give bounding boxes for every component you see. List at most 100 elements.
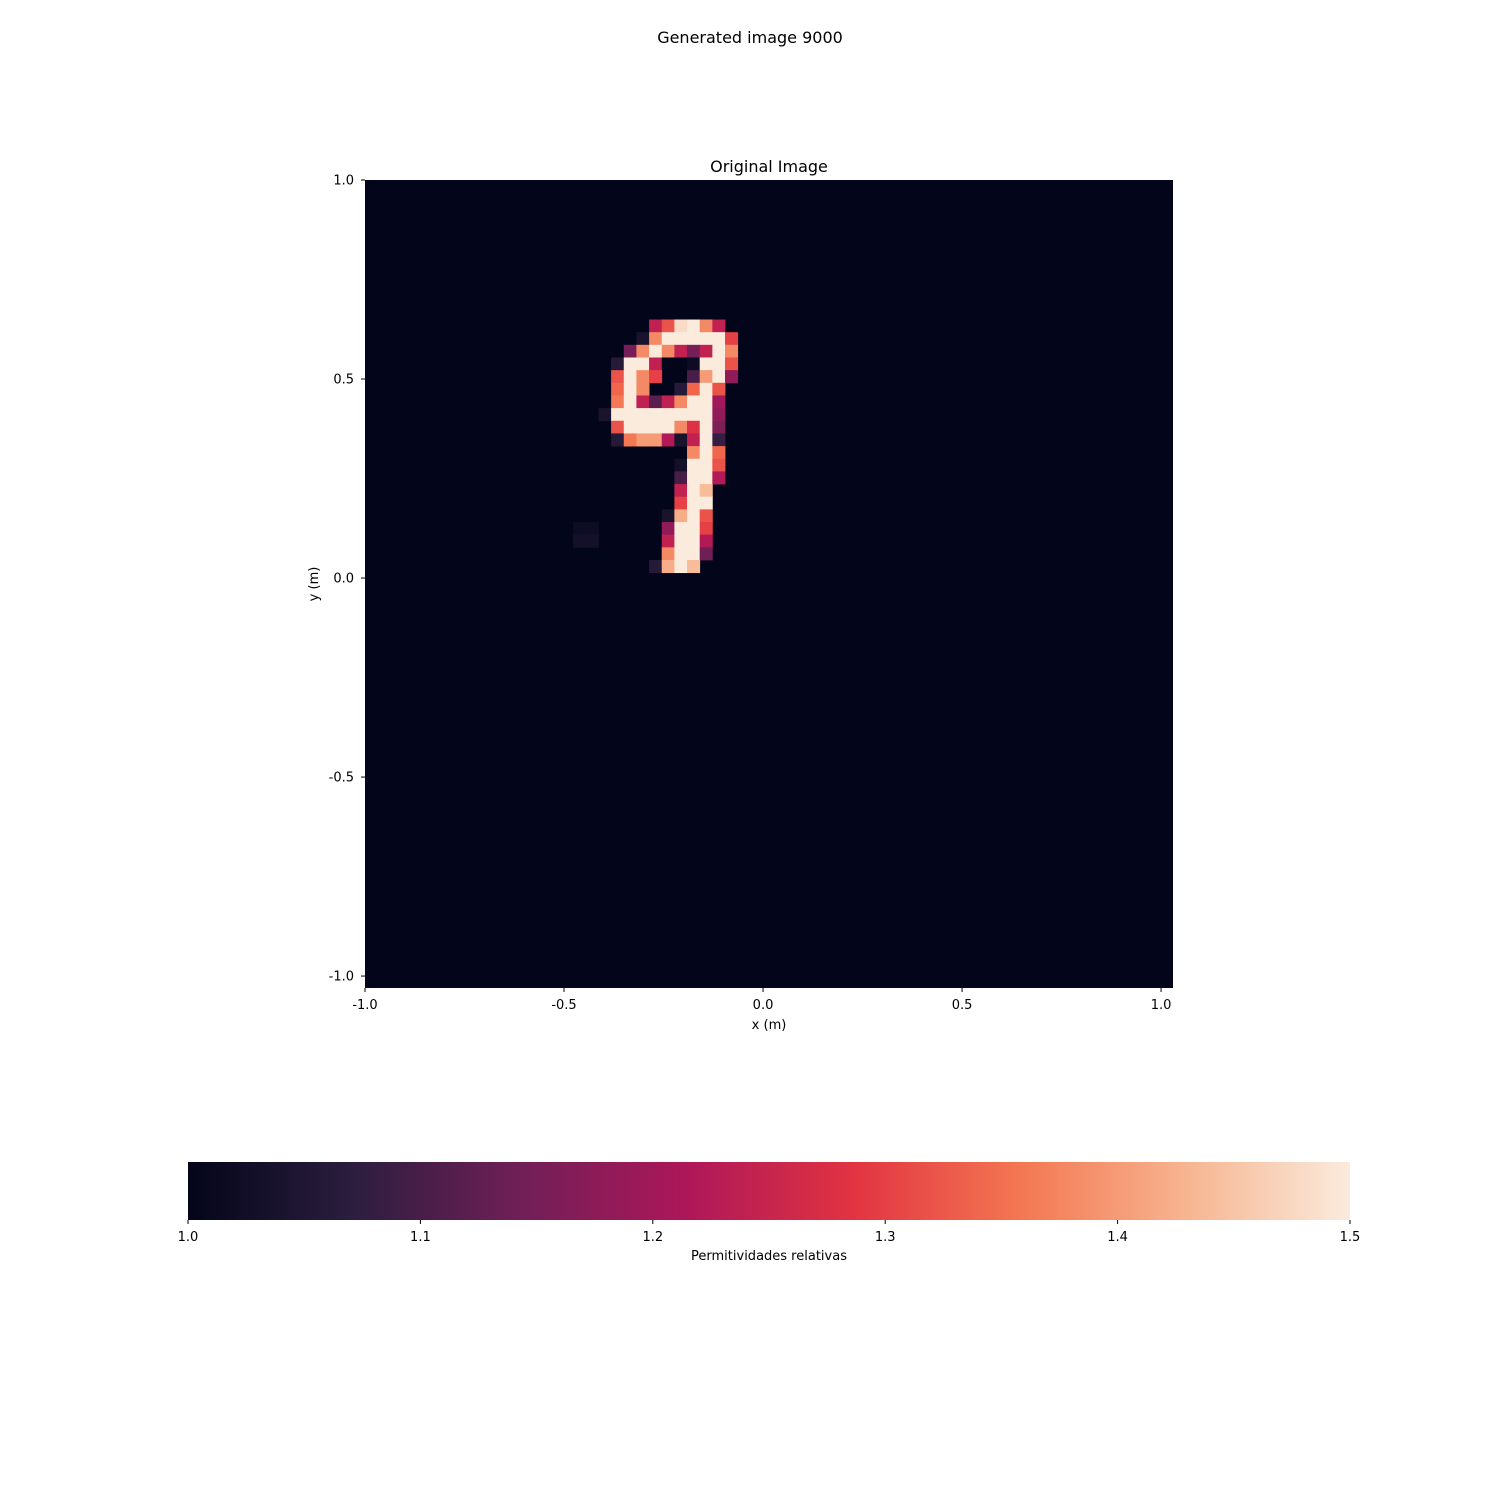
heatmap-cell	[699, 332, 713, 346]
heatmap-cell	[661, 509, 675, 523]
heatmap-cell	[712, 344, 726, 358]
heatmap-cell	[623, 408, 637, 422]
heatmap-cell	[623, 382, 637, 396]
heatmap-cell	[674, 319, 688, 333]
heatmap-cell	[661, 319, 675, 333]
heatmap-cell	[699, 534, 713, 548]
heatmap-cell	[699, 408, 713, 422]
heatmap-cell	[712, 446, 726, 460]
heatmap-cell	[712, 319, 726, 333]
y-tick-label: 0.0	[333, 572, 354, 587]
heatmap-cell	[687, 395, 701, 409]
heatmap-cell	[636, 408, 650, 422]
heatmap-cell	[687, 509, 701, 523]
heatmap-cell	[661, 332, 675, 346]
heatmap-cell	[661, 395, 675, 409]
heatmap-cell	[674, 458, 688, 472]
heatmap-cell	[687, 446, 701, 460]
heatmap-cell	[636, 420, 650, 434]
x-axis-label: x (m)	[752, 1018, 787, 1033]
heatmap-cell	[661, 344, 675, 358]
heatmap-cell	[725, 332, 739, 346]
colorbar-label: Permitividades relativas	[691, 1249, 847, 1264]
colorbar-tick-label: 1.5	[1340, 1230, 1361, 1245]
heatmap-cell	[725, 357, 739, 371]
heatmap-cell	[674, 408, 688, 422]
heatmap-cell	[623, 420, 637, 434]
heatmap-cell	[674, 357, 688, 371]
y-axis-label: y (m)	[307, 567, 322, 602]
heatmap-cell	[674, 433, 688, 447]
heatmap-cell	[712, 408, 726, 422]
heatmap-cell	[674, 522, 688, 536]
heatmap-cell	[674, 344, 688, 358]
heatmap-cell	[636, 433, 650, 447]
heatmap-cell	[699, 420, 713, 434]
colorbar	[188, 1162, 1350, 1220]
colorbar-tick-label: 1.0	[178, 1230, 199, 1245]
y-tick-label: 0.5	[333, 373, 354, 388]
heatmap-cell	[649, 395, 663, 409]
heatmap-cell	[649, 370, 663, 384]
heatmap-cell	[712, 382, 726, 396]
heatmap-cell	[611, 395, 625, 409]
heatmap-cell	[712, 420, 726, 434]
heatmap-cell	[649, 433, 663, 447]
heatmap-cell	[687, 332, 701, 346]
heatmap-cell	[687, 319, 701, 333]
heatmap-cell	[687, 420, 701, 434]
y-tick-label: -1.0	[329, 970, 354, 985]
x-tick-label: 0.0	[753, 998, 774, 1013]
heatmap-cell	[699, 446, 713, 460]
heatmap-cell	[699, 547, 713, 561]
heatmap-cell	[674, 420, 688, 434]
heatmap-cell	[649, 344, 663, 358]
y-tick-label: -0.5	[329, 771, 354, 786]
heatmap-cell	[699, 344, 713, 358]
heatmap-cell	[674, 471, 688, 485]
heatmap-cell	[649, 559, 663, 574]
heatmap-cell	[687, 534, 701, 548]
x-tick-label: 0.5	[952, 998, 973, 1013]
heatmap-cell	[661, 408, 675, 422]
heatmap-cell	[573, 534, 587, 548]
heatmap-cell	[687, 370, 701, 384]
heatmap-cell	[712, 458, 726, 472]
heatmap-cell	[649, 357, 663, 371]
x-tick-label: -0.5	[551, 998, 576, 1013]
heatmap-cell	[661, 534, 675, 548]
heatmap-cell	[636, 370, 650, 384]
heatmap-cell	[661, 382, 675, 396]
heatmap-cell	[699, 357, 713, 371]
heatmap-cell	[712, 471, 726, 485]
heatmap-cell	[649, 408, 663, 422]
heatmap-cell	[687, 458, 701, 472]
heatmap-cell	[636, 357, 650, 371]
heatmap-cell	[687, 484, 701, 498]
heatmap-cell	[611, 382, 625, 396]
heatmap-cell	[611, 408, 625, 422]
heatmap-cell	[687, 344, 701, 358]
colorbar-tick-label: 1.4	[1107, 1230, 1128, 1245]
heatmap-cell	[636, 382, 650, 396]
heatmap-cell	[699, 496, 713, 510]
heatmap-cell	[699, 319, 713, 333]
heatmap-cell	[699, 471, 713, 485]
heatmap-cell	[573, 522, 587, 536]
heatmap-cell	[687, 433, 701, 447]
heatmap-cell	[623, 395, 637, 409]
heatmap-cell	[687, 471, 701, 485]
heatmap-cell	[585, 534, 599, 548]
heatmap-cell	[661, 547, 675, 561]
heatmap-cell	[699, 522, 713, 536]
heatmap-cell	[623, 370, 637, 384]
heatmap-cell	[699, 509, 713, 523]
heatmap-cell	[649, 420, 663, 434]
heatmap-cell	[636, 395, 650, 409]
heatmap-cell	[674, 496, 688, 510]
heatmap-cell	[712, 357, 726, 371]
heatmap-cell	[623, 344, 637, 358]
heatmap-cell	[699, 433, 713, 447]
heatmap-cell	[623, 433, 637, 447]
heatmap-cell	[674, 332, 688, 346]
